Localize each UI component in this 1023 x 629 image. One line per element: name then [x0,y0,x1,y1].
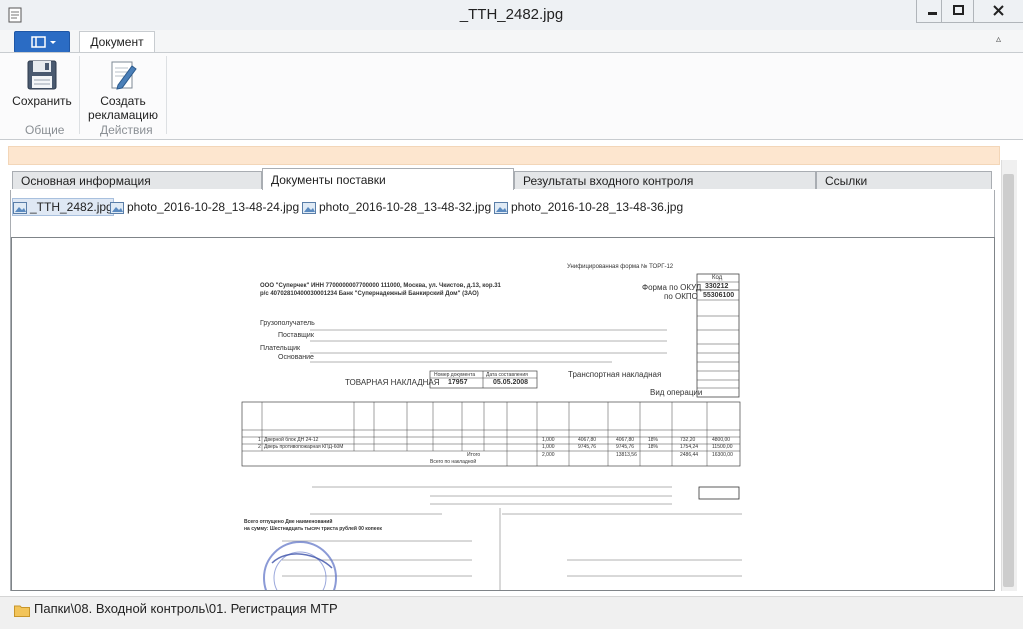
doc-total-all: 16300,00 [712,452,733,458]
tab-links[interactable]: Ссылки [816,171,992,189]
doc-total-vat: 2486,44 [680,452,699,458]
file-item[interactable]: photo_2016-10-28_13-48-32.jpg [302,199,491,215]
doc-number-label: Номер документа [434,372,476,378]
ribbon-group-general: Общие [25,123,65,137]
doc-okud-label: Форма по ОКУД [642,283,702,292]
doc-item-total: 4800,00 [712,437,731,443]
tab-main-info[interactable]: Основная информация [12,171,262,189]
image-file-icon [110,201,124,214]
doc-item-vat: 18% [648,444,659,450]
create-claim-label-2: рекламацию [88,108,158,122]
doc-date-label: Дата составления [486,372,528,378]
doc-code-header: Код [712,275,723,281]
doc-payer-label: Плательщик [260,345,301,352]
doc-total-qty: 2,000 [542,452,555,458]
app-menu-button[interactable] [14,31,70,53]
doc-form-note: Унифицированная форма № ТОРГ-12 [567,264,674,270]
close-button[interactable] [973,0,1023,23]
doc-op-kind-label: Вид операции [650,388,703,397]
doc-basis-label: Основание [278,354,314,361]
create-claim-label-1: Создать [100,94,146,108]
maximize-button[interactable] [941,0,975,23]
doc-transport-label: Транспортная накладная [568,370,662,379]
doc-number: 17957 [448,379,468,386]
doc-date: 05.05.2008 [493,379,529,386]
floppy-disk-icon [27,60,57,90]
doc-footer-text: Всего отпущено Две наименований [244,519,333,525]
window-title: _TTH_2482.jpg [459,6,564,23]
doc-org-line1: ООО "Суперчек" ИНН 7700000007700000 1110… [260,283,501,289]
ribbon-collapse-icon[interactable]: ▵ [996,34,1001,45]
doc-item-qty: 1,000 [542,444,555,450]
doc-item-price: 9745,76 [578,444,597,450]
doc-item-qty: 1,000 [542,437,555,443]
menu-icon [31,36,56,48]
ribbon-group-separator [166,56,167,134]
doc-footer-sum: на сумму: Шестнадцать тысяч триста рубле… [244,526,382,532]
doc-item-total: 11500,00 [712,444,733,450]
doc-item-name: Дверной блок ДН 24-12 [264,437,319,443]
edit-document-icon [111,61,137,90]
doc-okpo-label: по ОКПО [664,292,698,301]
doc-org-line2: р/с 40702810400030001234 Банк "Супернаде… [260,291,479,297]
panel-tab-strip: Основная информация Документы поставки Р… [12,168,992,190]
doc-okud-value: 330212 [705,283,729,290]
doc-okpo-value: 55306100 [703,292,735,299]
save-button[interactable]: Сохранить [10,58,74,108]
ribbon-group-separator [79,56,80,134]
notification-bar [8,146,1000,165]
document-preview[interactable]: Унифицированная форма № ТОРГ-12 Код ООО … [11,237,995,591]
doc-total-label: Итого [467,452,481,458]
image-file-icon [494,201,508,214]
doc-item-sum: 4067,80 [616,437,635,443]
create-claim-button[interactable]: Создать рекламацию [86,58,160,122]
tab-inspection-results[interactable]: Результаты входного контроля [514,171,816,189]
file-name: photo_2016-10-28_13-48-24.jpg [127,200,300,214]
image-file-icon [302,201,316,214]
file-item[interactable]: photo_2016-10-28_13-48-36.jpg [494,199,683,215]
tab-supply-documents[interactable]: Документы поставки [262,168,514,190]
file-name: photo_2016-10-28_13-48-36.jpg [511,200,684,214]
scrollbar-thumb[interactable] [1003,174,1014,587]
doc-supplier-label: Поставщик [278,332,314,339]
doc-item-vat-sum: 732,20 [680,437,696,443]
doc-item-vat-sum: 1754,24 [680,444,699,450]
doc-item-row: 2 [258,444,261,450]
file-item[interactable]: photo_2016-10-28_13-48-24.jpg [110,199,299,215]
doc-consignee-label: Грузополучатель [260,320,315,327]
doc-grand-label: Всего по накладной [430,459,477,465]
document-scan [241,273,742,590]
file-name: photo_2016-10-28_13-48-32.jpg [319,200,492,214]
doc-item-row: 1 [258,437,261,443]
doc-item-name: Дверь противопожарная КПД-60М [264,444,344,450]
doc-total-sum: 13813,56 [616,452,637,458]
image-file-icon [13,201,27,214]
ribbon-group-actions: Действия [100,123,153,137]
close-icon [993,5,1004,16]
folder-icon [14,605,30,617]
maximize-icon [953,5,964,15]
file-name: _TTH_2482.jpg [30,200,113,214]
folder-path: Папки\08. Входной контроль\01. Регистрац… [34,601,338,616]
ribbon-tab-document[interactable]: Документ [79,31,155,53]
doc-title: ТОВАРНАЯ НАКЛАДНАЯ [345,378,440,387]
save-button-label: Сохранить [12,94,72,108]
doc-item-price: 4067,80 [578,437,597,443]
doc-item-vat: 18% [648,437,659,443]
doc-item-sum: 9745,76 [616,444,635,450]
file-item-selected[interactable]: _TTH_2482.jpg [12,198,114,216]
